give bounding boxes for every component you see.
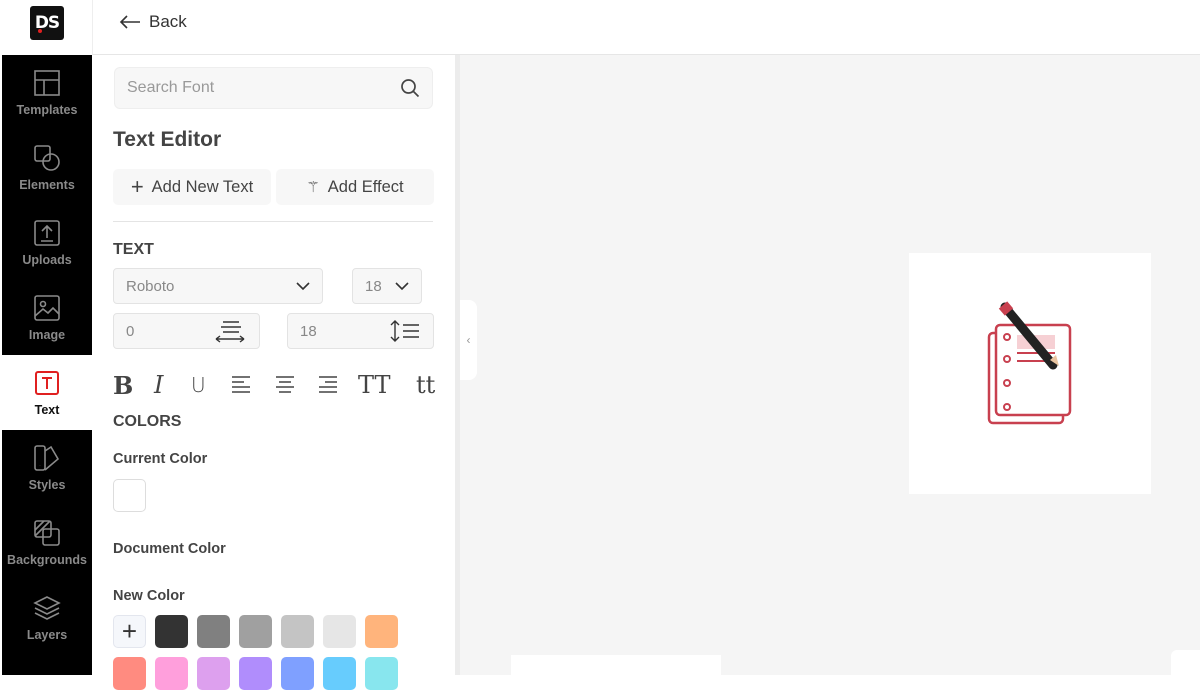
sidebar-item-label: Templates: [16, 103, 78, 117]
sidebar-item-text[interactable]: Text: [2, 355, 92, 430]
sidebar-item-label: Elements: [19, 178, 75, 192]
zoom-control[interactable]: [1171, 650, 1200, 680]
color-swatch[interactable]: [197, 615, 230, 648]
text-heading: TEXT: [113, 241, 154, 258]
image-icon: [34, 295, 60, 321]
letter-spacing-icon: [215, 321, 245, 343]
panel-title: Text Editor: [113, 128, 222, 151]
sidebar-item-layers[interactable]: Layers: [2, 580, 92, 655]
add-color-button[interactable]: +: [113, 615, 146, 648]
document-color-label: Document Color: [113, 541, 226, 557]
backgrounds-icon: [34, 520, 60, 546]
layers-icon: [33, 596, 61, 620]
new-color-label: New Color: [113, 588, 185, 604]
current-color-label: Current Color: [113, 451, 208, 467]
add-new-text-button[interactable]: + Add New Text: [113, 169, 271, 205]
color-swatch[interactable]: [155, 615, 188, 648]
add-text-label: Add New Text: [151, 177, 254, 196]
sidebar-item-label: Uploads: [22, 253, 72, 267]
search-icon[interactable]: [400, 78, 420, 98]
color-swatch[interactable]: [113, 657, 146, 690]
sidebar-item-label: Backgrounds: [7, 553, 87, 567]
back-button[interactable]: Back: [119, 12, 187, 32]
font-size-select[interactable]: 18: [352, 268, 422, 304]
line-height-icon: [390, 320, 419, 342]
line-height-input[interactable]: 18: [287, 313, 434, 349]
lowercase-button[interactable]: tt: [416, 371, 435, 399]
collapse-panel-button[interactable]: ‹: [460, 300, 477, 380]
uppercase-button[interactable]: TT: [358, 371, 390, 399]
upload-icon: [34, 220, 60, 246]
design-canvas[interactable]: [909, 253, 1151, 494]
color-swatch[interactable]: [239, 657, 272, 690]
back-label: Back: [149, 12, 187, 31]
sidebar: Templates Elements Uploads Image Text St…: [2, 55, 92, 675]
color-swatch[interactable]: [239, 615, 272, 648]
align-center-icon[interactable]: [275, 375, 295, 395]
bottom-toolbar[interactable]: [511, 655, 721, 680]
add-effect-label: Add Effect: [327, 177, 404, 196]
color-swatch[interactable]: [323, 615, 356, 648]
sidebar-item-image[interactable]: Image: [2, 280, 92, 355]
app-logo[interactable]: DS: [30, 6, 64, 40]
notepad-pencil-illustration: [987, 301, 1072, 425]
chevron-left-icon: ‹: [466, 333, 471, 347]
chevron-down-icon: [296, 281, 310, 290]
line-height-value: 18: [300, 322, 317, 340]
sidebar-item-templates[interactable]: Templates: [2, 55, 92, 130]
search-placeholder: Search Font: [127, 79, 215, 96]
italic-button[interactable]: I: [154, 371, 163, 399]
magic-wand-icon: ⚚: [306, 179, 320, 196]
letter-spacing-input[interactable]: 0: [113, 313, 260, 349]
color-swatch[interactable]: [197, 657, 230, 690]
color-swatch[interactable]: [323, 657, 356, 690]
header: Back: [92, 0, 1200, 55]
font-value: Roboto: [126, 277, 175, 295]
align-right-icon[interactable]: [318, 375, 338, 395]
font-family-select[interactable]: Roboto: [113, 268, 323, 304]
sidebar-item-label: Layers: [26, 628, 68, 642]
font-size-value: 18: [365, 277, 382, 295]
text-editor-panel: Search Font Text Editor + Add New Text ⚚ A…: [92, 55, 455, 690]
search-font-input[interactable]: Search Font: [114, 67, 433, 109]
shapes-icon: [34, 145, 60, 171]
underline-button[interactable]: U: [191, 373, 206, 397]
color-swatch[interactable]: [155, 657, 188, 690]
sidebar-item-label: Text: [34, 403, 60, 417]
sidebar-item-styles[interactable]: Styles: [2, 430, 92, 505]
color-swatch[interactable]: [281, 657, 314, 690]
sidebar-item-elements[interactable]: Elements: [2, 130, 92, 205]
colors-heading: COLORS: [113, 413, 182, 430]
text-icon: [35, 371, 59, 395]
align-left-icon[interactable]: [231, 375, 251, 395]
color-swatch[interactable]: [281, 615, 314, 648]
color-swatch[interactable]: [365, 615, 398, 648]
divider: [113, 221, 433, 222]
color-swatch[interactable]: [365, 657, 398, 690]
sidebar-item-backgrounds[interactable]: Backgrounds: [2, 505, 92, 580]
templates-icon: [34, 70, 60, 96]
sidebar-item-label: Styles: [28, 478, 66, 492]
letter-spacing-value: 0: [126, 322, 135, 340]
bold-button[interactable]: B: [113, 371, 133, 400]
plus-icon: +: [130, 174, 144, 199]
chevron-down-icon: [395, 281, 409, 290]
add-effect-button[interactable]: ⚚ Add Effect: [276, 169, 434, 205]
sidebar-item-label: Image: [28, 328, 66, 342]
arrow-left-icon: [119, 15, 140, 29]
current-color-swatch[interactable]: [113, 479, 146, 512]
sidebar-item-uploads[interactable]: Uploads: [2, 205, 92, 280]
styles-icon: [34, 445, 60, 471]
